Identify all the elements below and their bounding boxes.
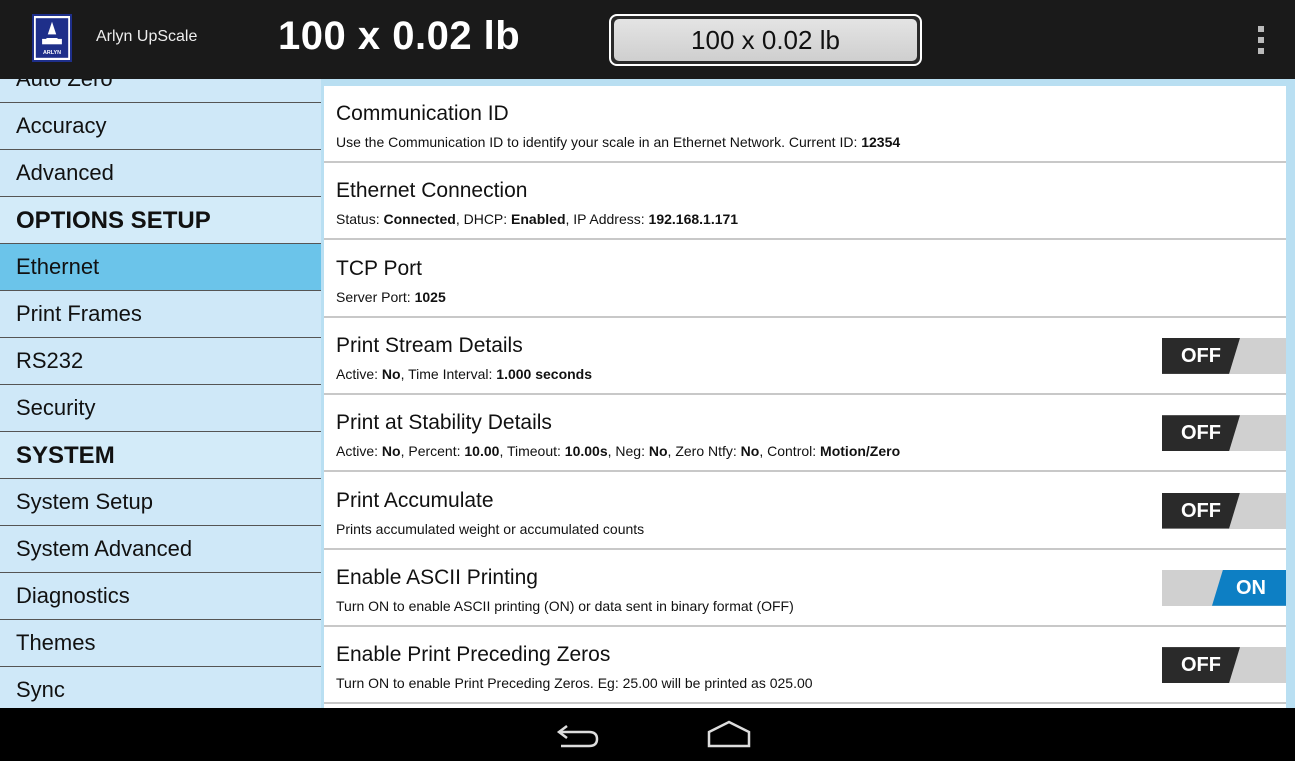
setting-label: , IP Address: — [565, 211, 649, 228]
setting-value: 192.168.1.171 — [648, 211, 739, 228]
setting-row-enable-ascii-printing[interactable]: Enable ASCII Printing Turn ON to enable A… — [324, 550, 1286, 627]
toggle-state-label: OFF — [1162, 337, 1240, 374]
setting-value: Connected — [383, 211, 456, 228]
enable-print-preceding-zeros-toggle[interactable]: OFF — [1162, 647, 1286, 684]
setting-label: , Percent: — [400, 443, 465, 460]
sidebar-section-system: SYSTEM — [0, 432, 321, 479]
setting-value: No — [381, 365, 401, 382]
setting-label: , Neg: — [607, 443, 649, 460]
setting-row-enable-print-preceding-zeros[interactable]: Enable Print Preceding Zeros Turn ON to e… — [324, 627, 1286, 705]
setting-title: Ethernet Connection — [336, 179, 528, 203]
back-icon[interactable] — [553, 718, 603, 752]
sidebar-item-system-setup[interactable]: System Setup — [0, 479, 321, 526]
app-logo-icon[interactable]: ARLYN — [32, 14, 72, 62]
toggle-state-label: ON — [1212, 569, 1286, 606]
setting-summary: Prints accumulated weight or accumulated… — [336, 521, 644, 537]
setting-label: Active: — [336, 365, 382, 382]
setting-value: 10.00 — [464, 443, 500, 460]
setting-summary: Active: No, Time Interval: 1.000 seconds — [336, 366, 592, 382]
logo-text: ARLYN — [43, 50, 61, 56]
sidebar-item-system-advanced[interactable]: System Advanced — [0, 526, 321, 573]
settings-list: Communication ID Use the Communication ID… — [324, 86, 1286, 708]
setting-value: No — [740, 443, 760, 460]
sidebar-item-themes[interactable]: Themes — [0, 620, 321, 667]
toggle-state-label: OFF — [1162, 647, 1240, 684]
sidebar-item-auto-zero[interactable]: Auto Zero — [0, 79, 321, 103]
sidebar-item-print-frames[interactable]: Print Frames — [0, 291, 321, 338]
setting-summary: Turn ON to enable Print Preceding Zeros.… — [336, 675, 813, 691]
toggle-state-label: OFF — [1162, 415, 1240, 452]
setting-summary: Server Port: 1025 — [336, 289, 446, 305]
sidebar-item-accuracy[interactable]: Accuracy — [0, 103, 321, 150]
enable-ascii-printing-toggle[interactable]: ON — [1162, 569, 1286, 606]
sidebar-item-rs232[interactable]: RS232 — [0, 338, 321, 385]
sidebar-item-ethernet[interactable]: Ethernet — [0, 244, 321, 291]
setting-value: 10.00s — [564, 443, 608, 460]
sidebar-item-security[interactable]: Security — [0, 385, 321, 432]
setting-title: Print Accumulate — [336, 488, 494, 512]
overflow-menu-icon[interactable] — [1255, 26, 1267, 54]
sidebar-section-options-setup: OPTIONS SETUP — [0, 197, 321, 244]
setting-title: Enable Print Preceding Zeros — [336, 643, 611, 667]
sidebar-item-advanced[interactable]: Advanced — [0, 150, 321, 197]
setting-label: , Control: — [759, 443, 821, 460]
weight-readout: 100 x 0.02 lb — [278, 14, 521, 58]
setting-row-ethernet-connection[interactable]: Ethernet Connection Status: Connected, DH… — [324, 163, 1286, 241]
setting-value: Motion/Zero — [820, 443, 901, 460]
print-accumulate-toggle[interactable]: OFF — [1162, 492, 1286, 529]
setting-summary: Use the Communication ID to identify you… — [336, 134, 900, 150]
setting-label: Turn ON to enable ASCII printing (ON) or… — [336, 597, 794, 614]
setting-value: 1.000 seconds — [496, 365, 593, 382]
toggle-state-label: OFF — [1162, 492, 1240, 529]
setting-title: Print Stream Details — [336, 333, 523, 357]
setting-summary: Active: No, Percent: 10.00, Timeout: 10.… — [336, 443, 900, 459]
setting-label: , DHCP: — [455, 211, 512, 228]
sidebar-item-sync[interactable]: Sync — [0, 667, 321, 708]
setting-label: Use the Communication ID to identify you… — [336, 134, 862, 150]
setting-title: Enable ASCII Printing — [336, 565, 538, 589]
setting-value: 12354 — [861, 134, 901, 150]
weight-capacity-button[interactable]: 100 x 0.02 lb — [609, 14, 922, 66]
setting-title: TCP Port — [336, 256, 422, 280]
setting-label: , Time Interval: — [400, 365, 497, 382]
setting-value: No — [648, 443, 668, 460]
print-stream-details-toggle[interactable]: OFF — [1162, 337, 1286, 374]
action-bar: ARLYN Arlyn UpScale 100 x 0.02 lb 100 x … — [0, 0, 1295, 79]
settings-panel: Communication ID Use the Communication ID… — [321, 79, 1295, 708]
sidebar-item-diagnostics[interactable]: Diagnostics — [0, 573, 321, 620]
weight-capacity-label: 100 x 0.02 lb — [614, 19, 917, 61]
setting-row-print-accumulate[interactable]: Print Accumulate Prints accumulated weigh… — [324, 473, 1286, 550]
setting-row-print-stream-details[interactable]: Print Stream Details Active: No, Time Int… — [324, 318, 1286, 395]
setting-label: Active: — [336, 443, 382, 460]
setting-label: Status: — [336, 211, 384, 228]
setting-summary: Turn ON to enable ASCII printing (ON) or… — [336, 598, 794, 614]
setting-value: Enabled — [511, 211, 566, 228]
setting-row-tcp-port[interactable]: TCP Port Server Port: 1025 — [324, 241, 1286, 318]
setting-title: Print at Stability Details — [336, 411, 552, 435]
setting-row-communication-id[interactable]: Communication ID Use the Communication ID… — [324, 86, 1286, 163]
setting-title: Communication ID — [336, 102, 509, 125]
print-at-stability-details-toggle[interactable]: OFF — [1162, 415, 1286, 452]
setting-label: Turn ON to enable Print Preceding Zeros.… — [336, 675, 813, 692]
setting-row-print-at-stability-details[interactable]: Print at Stability Details Active: No, Pe… — [324, 395, 1286, 473]
setting-label: , Zero Ntfy: — [667, 443, 741, 460]
sidebar: Auto ZeroAccuracyAdvancedOPTIONS SETUPEt… — [0, 79, 321, 708]
system-nav-bar — [0, 708, 1295, 761]
setting-label: Prints accumulated weight or accumulated… — [336, 520, 645, 537]
setting-label: Server Port: — [336, 288, 415, 305]
setting-summary: Status: Connected, DHCP: Enabled, IP Add… — [336, 211, 738, 227]
home-icon[interactable] — [703, 718, 755, 752]
setting-value: 1025 — [414, 288, 446, 305]
setting-label: , Timeout: — [499, 443, 565, 460]
app-title: Arlyn UpScale — [96, 28, 198, 45]
setting-value: No — [381, 443, 401, 460]
